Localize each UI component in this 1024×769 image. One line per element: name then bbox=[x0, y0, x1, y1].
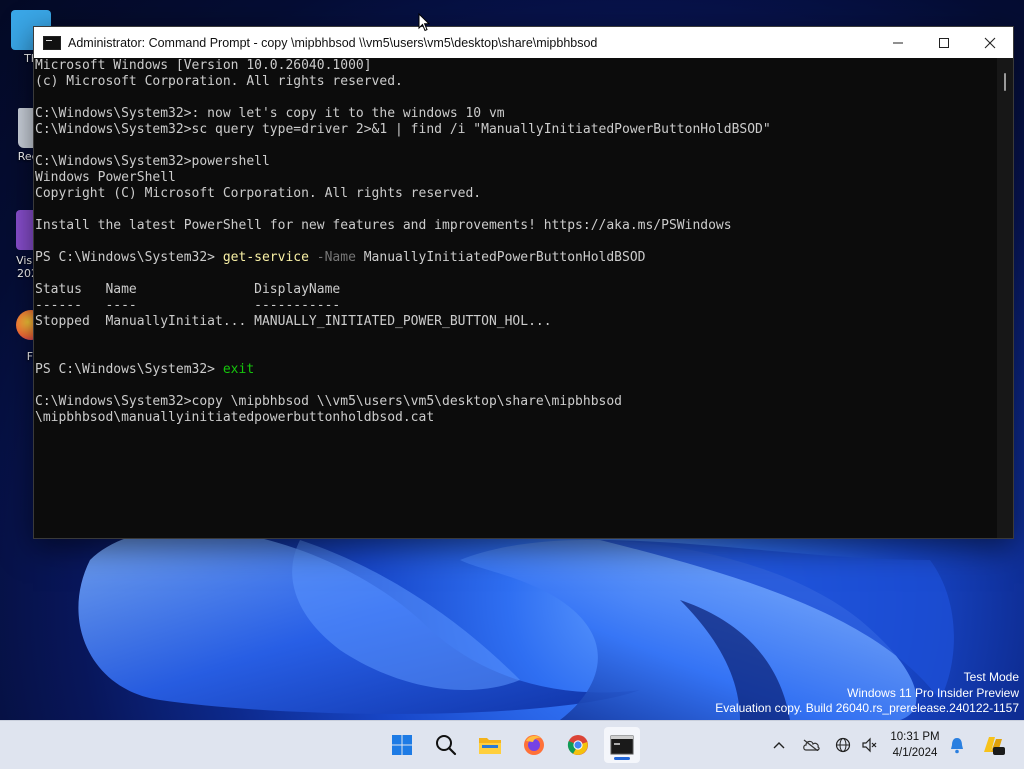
speaker-muted-icon bbox=[862, 737, 877, 753]
start-button[interactable] bbox=[384, 727, 420, 763]
console-line: Windows PowerShell bbox=[35, 170, 176, 185]
console-line: C:\Windows\System32>copy \mipbhbsod \\vm… bbox=[35, 394, 622, 409]
window-title: Administrator: Command Prompt - copy \mi… bbox=[68, 35, 598, 50]
clock-time: 10:31 PM bbox=[890, 731, 940, 743]
maximize-icon bbox=[939, 37, 949, 48]
taskbar-file-explorer[interactable] bbox=[472, 727, 508, 763]
bell-icon bbox=[951, 738, 963, 754]
chrome-icon bbox=[567, 735, 588, 755]
ps-prompt: PS C:\Windows\System32> bbox=[35, 362, 223, 377]
console-scrollbar[interactable] bbox=[997, 58, 1013, 538]
ps-command: get-service bbox=[222, 250, 309, 265]
console-line: PS C:\Windows\System32> exit bbox=[35, 362, 997, 378]
console-line: Status Name DisplayName bbox=[35, 282, 341, 297]
copilot-icon bbox=[984, 737, 1005, 755]
console-line: Microsoft Windows [Version 10.0.26040.10… bbox=[35, 58, 372, 73]
watermark-test-mode: Test Mode bbox=[963, 670, 1019, 684]
minimize-button[interactable] bbox=[875, 27, 921, 58]
show-hidden-icons-button[interactable] bbox=[768, 733, 790, 757]
command-prompt-window[interactable]: Administrator: Command Prompt - copy \mi… bbox=[33, 26, 1014, 539]
search-button[interactable] bbox=[428, 727, 464, 763]
windows-start-icon bbox=[392, 735, 412, 755]
watermark-edition: Windows 11 Pro Insider Preview bbox=[847, 685, 1019, 700]
copilot-button[interactable] bbox=[980, 733, 1006, 757]
console-line: Stopped ManuallyInitiat... MANUALLY_INIT… bbox=[35, 314, 552, 329]
terminal-icon bbox=[610, 735, 634, 755]
chevron-up-icon bbox=[773, 742, 785, 749]
console-line: C:\Windows\System32>sc query type=driver… bbox=[35, 122, 771, 137]
network-tray[interactable] bbox=[832, 733, 854, 757]
onedrive-tray[interactable] bbox=[800, 733, 822, 757]
window-titlebar[interactable]: Administrator: Command Prompt - copy \mi… bbox=[34, 27, 1013, 58]
console-line: Copyright (C) Microsoft Corporation. All… bbox=[35, 186, 482, 201]
windows-watermark: Test Mode Windows 11 Pro Insider Preview… bbox=[715, 670, 1019, 717]
console-output[interactable]: Microsoft Windows [Version 10.0.26040.10… bbox=[34, 58, 997, 538]
command-prompt-icon bbox=[43, 35, 61, 50]
console-line: Install the latest PowerShell for new fe… bbox=[35, 218, 732, 233]
watermark-build: Evaluation copy. Build 26040.rs_prerelea… bbox=[715, 701, 1019, 715]
console-line: \mipbhbsod\manuallyinitiatedpowerbuttonh… bbox=[35, 410, 435, 425]
taskbar-clock[interactable]: 10:31 PM 4/1/2024 bbox=[880, 729, 950, 761]
taskbar-firefox[interactable] bbox=[516, 727, 552, 763]
ps-argument: ManuallyInitiatedPowerButtonHoldBSOD bbox=[355, 250, 646, 265]
firefox-icon bbox=[524, 735, 544, 755]
globe-icon bbox=[835, 737, 851, 753]
notifications-button[interactable] bbox=[946, 733, 968, 757]
minimize-icon bbox=[893, 42, 903, 43]
close-icon bbox=[984, 37, 996, 48]
console-line: C:\Windows\System32>: now let's copy it … bbox=[35, 106, 505, 121]
volume-tray[interactable] bbox=[858, 733, 880, 757]
ps-parameter: -Name bbox=[308, 250, 356, 265]
taskbar-chrome[interactable] bbox=[560, 727, 596, 763]
console-line: ------ ---- ----------- bbox=[35, 298, 341, 313]
onedrive-cloud-icon bbox=[803, 739, 820, 751]
ps-prompt: PS C:\Windows\System32> bbox=[35, 250, 223, 265]
scrollbar-thumb[interactable] bbox=[1004, 73, 1006, 91]
console-line: PS C:\Windows\System32> get-service -Nam… bbox=[35, 250, 997, 266]
close-button[interactable] bbox=[967, 27, 1013, 58]
taskbar: 10:31 PM 4/1/2024 bbox=[0, 720, 1024, 769]
clock-date: 4/1/2024 bbox=[892, 747, 938, 759]
mouse-cursor-icon bbox=[418, 13, 430, 32]
ps-command: exit bbox=[222, 362, 255, 377]
taskbar-command-prompt[interactable] bbox=[604, 727, 640, 763]
console-line: C:\Windows\System32>powershell bbox=[35, 154, 270, 169]
folder-icon bbox=[479, 738, 501, 754]
console-line: (c) Microsoft Corporation. All rights re… bbox=[35, 74, 403, 89]
maximize-button[interactable] bbox=[921, 27, 967, 58]
active-app-indicator bbox=[614, 757, 630, 760]
search-icon bbox=[436, 735, 457, 756]
